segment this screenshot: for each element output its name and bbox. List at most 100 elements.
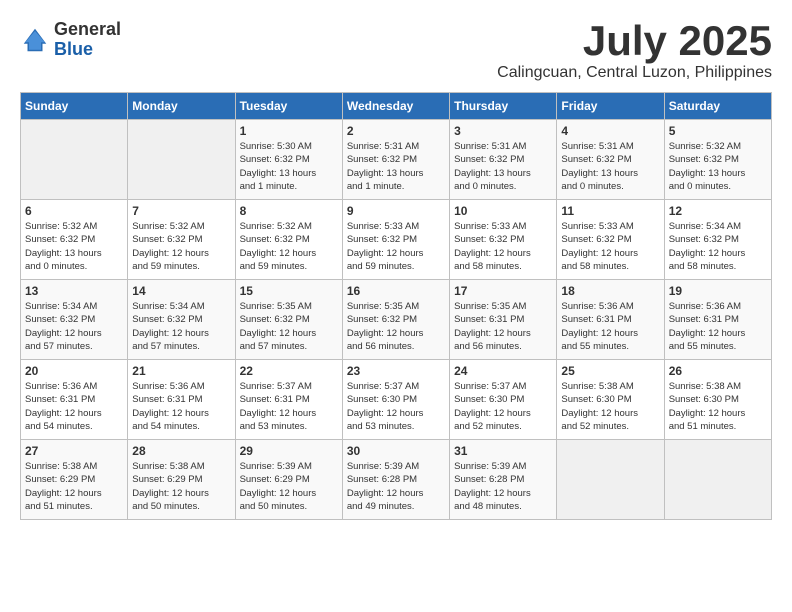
calendar-body: 1 Sunrise: 5:30 AM Sunset: 6:32 PM Daylig… xyxy=(21,120,772,520)
calendar-cell: 25 Sunrise: 5:38 AM Sunset: 6:30 PM Dayli… xyxy=(557,360,664,440)
cell-info-text: Sunrise: 5:32 AM Sunset: 6:32 PM Dayligh… xyxy=(669,140,767,193)
cell-day-number: 16 xyxy=(347,284,445,298)
calendar-cell: 8 Sunrise: 5:32 AM Sunset: 6:32 PM Daylig… xyxy=(235,200,342,280)
cell-info-text: Sunrise: 5:36 AM Sunset: 6:31 PM Dayligh… xyxy=(561,300,659,353)
cell-day-number: 24 xyxy=(454,364,552,378)
calendar-cell: 5Sunrise: 5:32 AM Sunset: 6:32 PM Daylig… xyxy=(664,120,771,200)
cell-day-number: 17 xyxy=(454,284,552,298)
weekday-header-sunday: Sunday xyxy=(21,93,128,120)
cell-info-text: Sunrise: 5:37 AM Sunset: 6:30 PM Dayligh… xyxy=(347,380,445,433)
cell-day-number: 3 xyxy=(454,124,552,138)
calendar-cell: 19Sunrise: 5:36 AM Sunset: 6:31 PM Dayli… xyxy=(664,280,771,360)
cell-day-number: 28 xyxy=(132,444,230,458)
calendar-cell: 24 Sunrise: 5:37 AM Sunset: 6:30 PM Dayli… xyxy=(450,360,557,440)
calendar-week-3: 13 Sunrise: 5:34 AM Sunset: 6:32 PM Dayli… xyxy=(21,280,772,360)
cell-info-text: Sunrise: 5:36 AM Sunset: 6:31 PM Dayligh… xyxy=(132,380,230,433)
cell-info-text: Sunrise: 5:37 AM Sunset: 6:31 PM Dayligh… xyxy=(240,380,338,433)
calendar-cell: 13Sunrise: 5:34 AM Sunset: 6:32 PM Dayli… xyxy=(21,280,128,360)
cell-day-number: 6 xyxy=(25,204,123,218)
cell-day-number: 11 xyxy=(561,204,659,218)
cell-info-text: Sunrise: 5:38 AM Sunset: 6:30 PM Dayligh… xyxy=(669,380,767,433)
calendar-week-1: 1 Sunrise: 5:30 AM Sunset: 6:32 PM Daylig… xyxy=(21,120,772,200)
weekday-header-monday: Monday xyxy=(128,93,235,120)
calendar-cell: 30 Sunrise: 5:39 AM Sunset: 6:28 PM Dayli… xyxy=(342,440,449,520)
calendar-cell: 26 Sunrise: 5:38 AM Sunset: 6:30 PM Dayli… xyxy=(664,360,771,440)
title-block: July 2025 Calingcuan, Central Luzon, Phi… xyxy=(497,20,772,82)
cell-day-number: 30 xyxy=(347,444,445,458)
cell-day-number: 4 xyxy=(561,124,659,138)
cell-day-number: 26 xyxy=(669,364,767,378)
calendar-cell: 28Sunrise: 5:38 AM Sunset: 6:29 PM Dayli… xyxy=(128,440,235,520)
calendar-header: SundayMondayTuesdayWednesdayThursdayFrid… xyxy=(21,93,772,120)
calendar-cell: 22 Sunrise: 5:37 AM Sunset: 6:31 PM Dayli… xyxy=(235,360,342,440)
cell-info-text: Sunrise: 5:33 AM Sunset: 6:32 PM Dayligh… xyxy=(347,220,445,273)
calendar-week-4: 20Sunrise: 5:36 AM Sunset: 6:31 PM Dayli… xyxy=(21,360,772,440)
cell-info-text: Sunrise: 5:32 AM Sunset: 6:32 PM Dayligh… xyxy=(25,220,123,273)
cell-day-number: 8 xyxy=(240,204,338,218)
calendar-week-5: 27Sunrise: 5:38 AM Sunset: 6:29 PM Dayli… xyxy=(21,440,772,520)
calendar-cell: 16Sunrise: 5:35 AM Sunset: 6:32 PM Dayli… xyxy=(342,280,449,360)
cell-day-number: 29 xyxy=(240,444,338,458)
cell-day-number: 2 xyxy=(347,124,445,138)
cell-day-number: 31 xyxy=(454,444,552,458)
calendar-cell: 2 Sunrise: 5:31 AM Sunset: 6:32 PM Daylig… xyxy=(342,120,449,200)
cell-info-text: Sunrise: 5:39 AM Sunset: 6:28 PM Dayligh… xyxy=(454,460,552,513)
logo-blue-text: Blue xyxy=(54,40,121,60)
cell-day-number: 15 xyxy=(240,284,338,298)
cell-info-text: Sunrise: 5:32 AM Sunset: 6:32 PM Dayligh… xyxy=(240,220,338,273)
calendar-cell: 3 Sunrise: 5:31 AM Sunset: 6:32 PM Daylig… xyxy=(450,120,557,200)
calendar-cell: 21Sunrise: 5:36 AM Sunset: 6:31 PM Dayli… xyxy=(128,360,235,440)
cell-day-number: 9 xyxy=(347,204,445,218)
calendar-cell: 10 Sunrise: 5:33 AM Sunset: 6:32 PM Dayli… xyxy=(450,200,557,280)
logo-general-text: General xyxy=(54,20,121,40)
calendar-cell: 12 Sunrise: 5:34 AM Sunset: 6:32 PM Dayli… xyxy=(664,200,771,280)
weekday-header-wednesday: Wednesday xyxy=(342,93,449,120)
cell-day-number: 1 xyxy=(240,124,338,138)
logo: General Blue xyxy=(20,20,121,60)
calendar-cell: 27Sunrise: 5:38 AM Sunset: 6:29 PM Dayli… xyxy=(21,440,128,520)
cell-info-text: Sunrise: 5:34 AM Sunset: 6:32 PM Dayligh… xyxy=(669,220,767,273)
calendar-cell: 17 Sunrise: 5:35 AM Sunset: 6:31 PM Dayli… xyxy=(450,280,557,360)
cell-info-text: Sunrise: 5:30 AM Sunset: 6:32 PM Dayligh… xyxy=(240,140,338,193)
cell-day-number: 18 xyxy=(561,284,659,298)
calendar-cell: 31 Sunrise: 5:39 AM Sunset: 6:28 PM Dayli… xyxy=(450,440,557,520)
calendar-cell: 11 Sunrise: 5:33 AM Sunset: 6:32 PM Dayli… xyxy=(557,200,664,280)
calendar-cell: 20Sunrise: 5:36 AM Sunset: 6:31 PM Dayli… xyxy=(21,360,128,440)
cell-day-number: 13 xyxy=(25,284,123,298)
cell-info-text: Sunrise: 5:34 AM Sunset: 6:32 PM Dayligh… xyxy=(132,300,230,353)
calendar-table: SundayMondayTuesdayWednesdayThursdayFrid… xyxy=(20,92,772,520)
cell-info-text: Sunrise: 5:35 AM Sunset: 6:32 PM Dayligh… xyxy=(240,300,338,353)
cell-info-text: Sunrise: 5:35 AM Sunset: 6:31 PM Dayligh… xyxy=(454,300,552,353)
calendar-cell: 15 Sunrise: 5:35 AM Sunset: 6:32 PM Dayli… xyxy=(235,280,342,360)
cell-day-number: 27 xyxy=(25,444,123,458)
cell-info-text: Sunrise: 5:36 AM Sunset: 6:31 PM Dayligh… xyxy=(669,300,767,353)
weekday-header-thursday: Thursday xyxy=(450,93,557,120)
cell-info-text: Sunrise: 5:39 AM Sunset: 6:28 PM Dayligh… xyxy=(347,460,445,513)
month-title: July 2025 xyxy=(497,20,772,62)
cell-day-number: 23 xyxy=(347,364,445,378)
location-title: Calingcuan, Central Luzon, Philippines xyxy=(497,64,772,82)
cell-day-number: 22 xyxy=(240,364,338,378)
weekday-header-tuesday: Tuesday xyxy=(235,93,342,120)
weekday-header-friday: Friday xyxy=(557,93,664,120)
cell-info-text: Sunrise: 5:31 AM Sunset: 6:32 PM Dayligh… xyxy=(454,140,552,193)
calendar-cell xyxy=(557,440,664,520)
cell-day-number: 12 xyxy=(669,204,767,218)
cell-info-text: Sunrise: 5:33 AM Sunset: 6:32 PM Dayligh… xyxy=(561,220,659,273)
cell-info-text: Sunrise: 5:36 AM Sunset: 6:31 PM Dayligh… xyxy=(25,380,123,433)
cell-day-number: 14 xyxy=(132,284,230,298)
cell-day-number: 25 xyxy=(561,364,659,378)
calendar-cell: 6 Sunrise: 5:32 AM Sunset: 6:32 PM Daylig… xyxy=(21,200,128,280)
cell-info-text: Sunrise: 5:33 AM Sunset: 6:32 PM Dayligh… xyxy=(454,220,552,273)
cell-info-text: Sunrise: 5:38 AM Sunset: 6:30 PM Dayligh… xyxy=(561,380,659,433)
weekday-row: SundayMondayTuesdayWednesdayThursdayFrid… xyxy=(21,93,772,120)
calendar-cell xyxy=(664,440,771,520)
cell-info-text: Sunrise: 5:31 AM Sunset: 6:32 PM Dayligh… xyxy=(561,140,659,193)
cell-info-text: Sunrise: 5:37 AM Sunset: 6:30 PM Dayligh… xyxy=(454,380,552,433)
cell-info-text: Sunrise: 5:31 AM Sunset: 6:32 PM Dayligh… xyxy=(347,140,445,193)
logo-text: General Blue xyxy=(54,20,121,60)
cell-day-number: 7 xyxy=(132,204,230,218)
calendar-cell: 23 Sunrise: 5:37 AM Sunset: 6:30 PM Dayli… xyxy=(342,360,449,440)
cell-day-number: 10 xyxy=(454,204,552,218)
logo-icon xyxy=(20,25,50,55)
